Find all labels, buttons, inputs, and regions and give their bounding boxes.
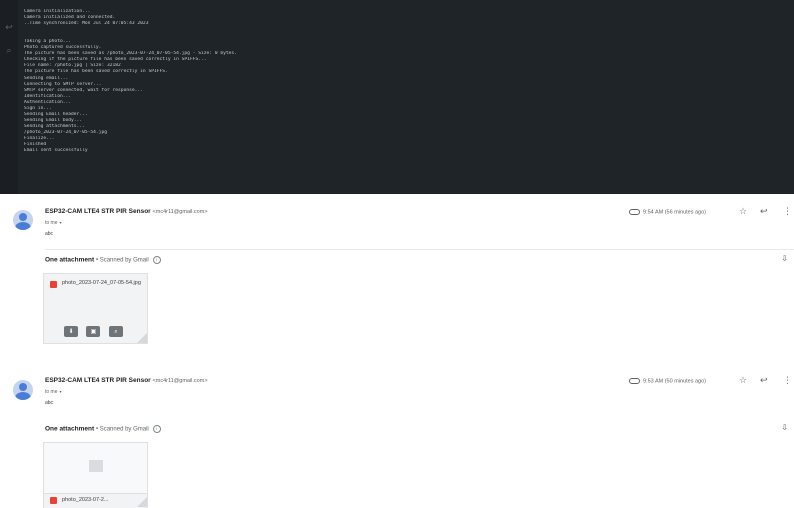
more-options-icon[interactable]: ⋮ [783,376,792,386]
terminal-line: Email sent successfully [24,148,88,154]
download-button[interactable]: ⬇ [64,326,78,337]
attachment-footer: photo_2023-07-2... [44,493,147,508]
recipient-line[interactable]: to me ▾ [45,389,62,395]
scan-status: Scanned by Gmail [99,257,149,264]
recipient-text: to me [45,389,58,395]
avatar-body [15,222,31,230]
star-icon[interactable]: ☆ [739,376,747,386]
email-message-1: ESP32-CAM LTE4 STR PIR Sensor <mc4r11@gm… [0,194,794,366]
star-icon[interactable]: ☆ [739,207,747,217]
email-body-text: abc [45,231,54,237]
recipient-text: to me [45,220,58,226]
email-body-text: abc [45,400,54,406]
email-time: 9:54 AM (56 minutes ago) [643,209,706,216]
reply-icon[interactable]: ↩ [760,207,768,217]
chevron-down-icon[interactable]: ▾ [60,220,62,225]
image-placeholder-icon [89,460,103,472]
sender-avatar[interactable] [13,380,33,400]
sender-name[interactable]: ESP32-CAM LTE4 STR PIR Sensor [45,208,151,215]
scroll-icon[interactable]: ↩ [4,23,14,33]
serial-monitor-panel: ↩ ⌕ Camera initialization... Camera init… [0,0,794,194]
email-meta: 9:54 AM (56 minutes ago) [629,209,706,215]
chevron-down-icon[interactable]: ▾ [60,389,62,394]
add-to-drive-icon[interactable]: ⇩ [781,254,788,263]
divider [45,249,794,250]
email-time: 9:53 AM (50 minutes ago) [643,378,706,385]
sender-email: <mc4r11@gmail.com> [152,209,208,215]
search-image-button[interactable]: ⌕ [108,326,123,337]
sender-name[interactable]: ESP32-CAM LTE4 STR PIR Sensor [45,377,151,384]
attachment-actions: ⬇ ▣ ⌕ [64,320,127,338]
email-message-2: ESP32-CAM LTE4 STR PIR Sensor <mc4r11@gm… [0,366,794,508]
add-to-drive-icon[interactable]: ⇩ [781,423,788,432]
attachment-count: One attachment [45,425,95,433]
sender-email: <mc4r11@gmail.com> [152,378,208,384]
avatar-body [15,392,31,400]
reply-icon[interactable]: ↩ [760,376,768,386]
info-icon[interactable]: i [152,256,161,264]
attachment-file-name: photo_2023-07-24_07-05-54.jpg [62,280,141,286]
avatar-head [19,383,27,391]
attachment-header: One attachment • Scanned by Gmail i [45,425,161,433]
sender-line: ESP32-CAM LTE4 STR PIR Sensor <mc4r11@gm… [45,377,208,384]
save-to-photos-button[interactable]: ▣ [86,326,101,337]
avatar-head [19,213,27,221]
search-icon[interactable]: ⌕ [4,46,14,56]
image-file-icon [50,281,57,288]
attachment-icon [629,209,641,215]
image-file-icon [50,497,57,504]
sender-line: ESP32-CAM LTE4 STR PIR Sensor <mc4r11@gm… [45,208,208,215]
page-fold [137,333,147,343]
attachment-preview [44,443,147,493]
attachment-count: One attachment [45,256,95,264]
email-meta: 9:53 AM (50 minutes ago) [629,378,706,384]
info-icon[interactable]: i [152,425,161,433]
attachment-file-name: photo_2023-07-2... [62,497,109,503]
attachment-header: One attachment • Scanned by Gmail i [45,256,161,264]
more-options-icon[interactable]: ⋮ [783,207,792,217]
recipient-line[interactable]: to me ▾ [45,220,62,226]
page-fold [137,497,147,507]
attachment-card[interactable]: photo_2023-07-24_07-05-54.jpg ⬇ ▣ ⌕ [43,273,148,344]
attachment-card[interactable]: photo_2023-07-2... [43,442,148,508]
attachment-icon [629,378,641,384]
scan-status: Scanned by Gmail [99,426,149,433]
terminal-output: Camera initialization... Camera initiali… [24,9,784,154]
sender-avatar[interactable] [13,210,33,230]
terminal-gutter: ↩ ⌕ [0,0,18,194]
